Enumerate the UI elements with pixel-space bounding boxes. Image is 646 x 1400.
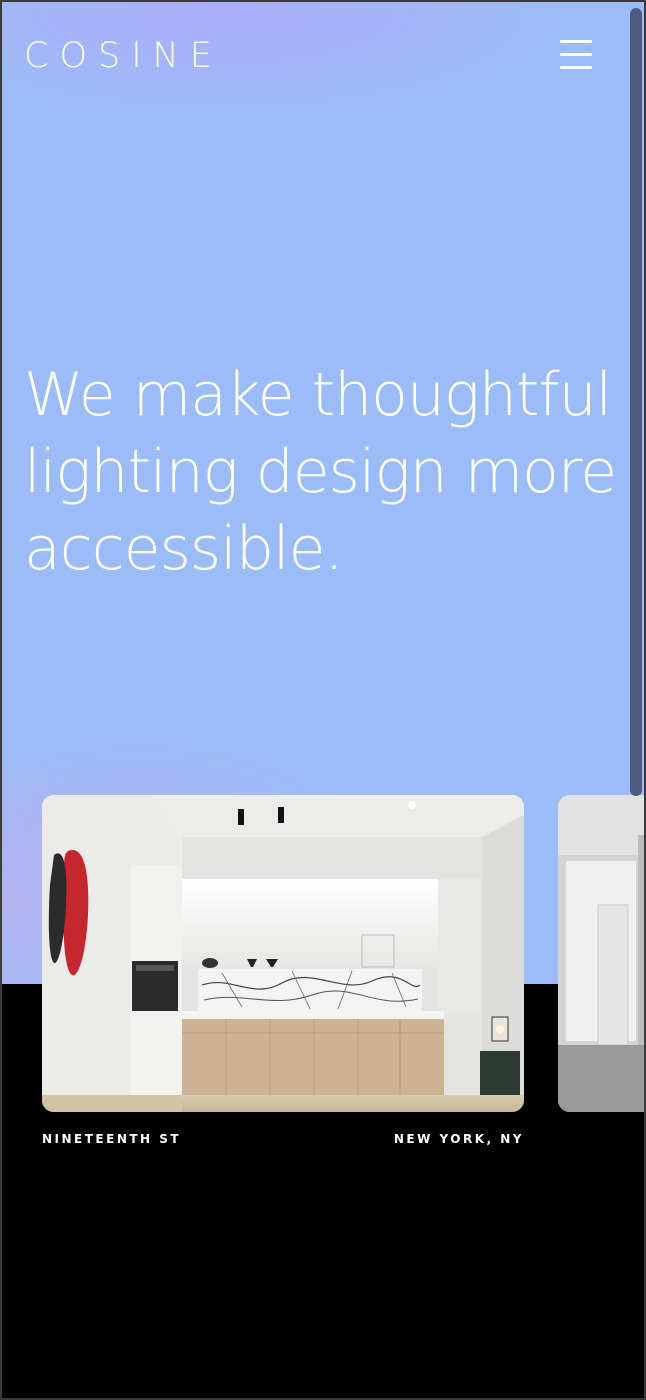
headline-line: We make thoughtful	[24, 360, 612, 430]
hero-headline: We make thoughtful lighting design more …	[24, 357, 624, 588]
hamburger-menu-icon[interactable]	[560, 40, 592, 70]
site-header: COSINE	[24, 34, 592, 78]
project-location: NEW YORK, NY	[393, 1132, 524, 1146]
kitchen-photo-illustration	[42, 795, 524, 1112]
page-scrollbar[interactable]	[630, 6, 642, 1398]
project-photo[interactable]	[42, 795, 524, 1112]
logo[interactable]: COSINE	[24, 34, 223, 78]
project-carousel[interactable]: NINETEENTH ST NEW YORK, NY	[2, 795, 644, 1155]
project-title[interactable]: NINETEENTH ST	[42, 1132, 181, 1146]
headline-line: lighting design more	[24, 437, 617, 507]
scrollbar-thumb[interactable]	[630, 8, 642, 796]
page: COSINE We make thoughtful lighting desig…	[0, 0, 646, 1400]
project-card[interactable]: NINETEENTH ST NEW YORK, NY	[42, 795, 524, 1148]
project-meta: NINETEENTH ST NEW YORK, NY	[42, 1132, 524, 1148]
headline-line: accessible.	[24, 514, 344, 584]
